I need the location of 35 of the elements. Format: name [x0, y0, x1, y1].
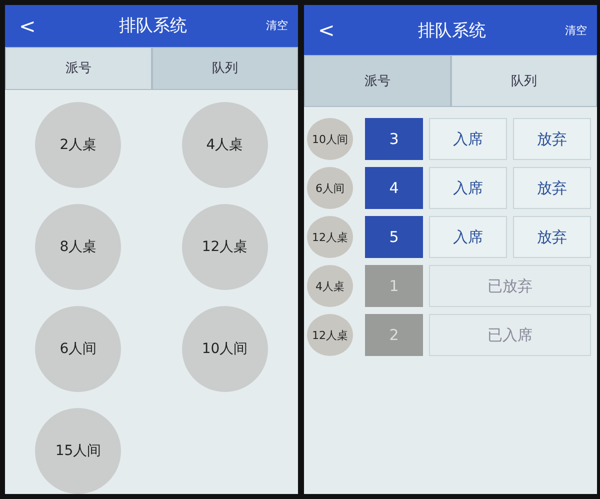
- table-type-button[interactable]: 8人桌: [35, 204, 122, 290]
- tab[interactable]: 队列: [152, 46, 298, 90]
- queue-number: 4: [365, 167, 423, 209]
- tab[interactable]: 队列: [450, 55, 597, 107]
- table-type-button[interactable]: 15人间: [35, 408, 122, 494]
- table-type-button[interactable]: 10人间: [182, 306, 268, 392]
- back-button[interactable]: <: [314, 18, 339, 42]
- queue-number: 3: [365, 118, 423, 160]
- abandon-button[interactable]: 放弃: [513, 167, 591, 209]
- queue-number: 1: [365, 265, 423, 307]
- table-type-badge: 10人间: [307, 118, 353, 160]
- table-type-badge: 12人桌: [307, 216, 353, 258]
- seat-button[interactable]: 入席: [429, 216, 507, 258]
- table-type-button[interactable]: 2人桌: [35, 102, 122, 188]
- screen-title: 排队系统: [416, 20, 487, 42]
- tab[interactable]: 派号: [304, 55, 450, 107]
- abandon-button[interactable]: 放弃: [513, 216, 591, 258]
- table-type-badge: 12人桌: [307, 314, 353, 356]
- tab[interactable]: 派号: [5, 46, 152, 90]
- status-label: 已放弃: [429, 265, 591, 307]
- table-type-badge: 4人桌: [307, 265, 353, 307]
- table-type-button[interactable]: 4人桌: [182, 102, 268, 188]
- back-button[interactable]: <: [15, 14, 40, 38]
- queue-number: 5: [365, 216, 423, 258]
- clear-button[interactable]: 清空: [266, 18, 288, 34]
- queue-number: 2: [365, 314, 423, 356]
- table-type-badge: 6人间: [307, 167, 353, 209]
- seat-button[interactable]: 入席: [429, 118, 507, 160]
- status-label: 已入席: [429, 314, 591, 356]
- seat-button[interactable]: 入席: [429, 167, 507, 209]
- table-type-button[interactable]: 6人间: [35, 306, 122, 392]
- table-type-button[interactable]: 12人桌: [182, 204, 268, 290]
- screen-title: 排队系统: [118, 15, 188, 38]
- abandon-button[interactable]: 放弃: [513, 118, 591, 160]
- clear-button[interactable]: 清空: [565, 22, 587, 38]
